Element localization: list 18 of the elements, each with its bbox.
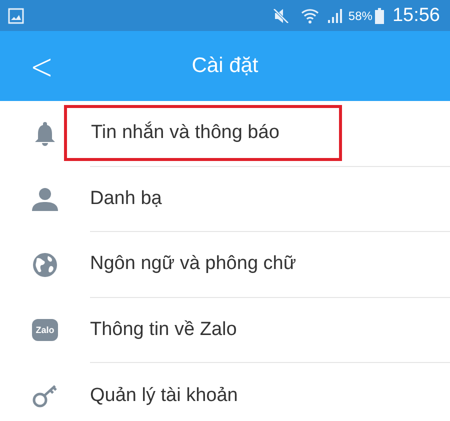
person-icon — [32, 187, 58, 212]
key-icon — [32, 384, 58, 408]
battery-icon — [375, 8, 384, 24]
clock-time: 15:56 — [392, 4, 440, 26]
settings-item[interactable]: Tin nhắn và thông báo — [64, 105, 342, 162]
settings-item[interactable]: Danh bạ — [90, 188, 162, 210]
settings-item[interactable]: Quản lý tài khoản — [90, 384, 238, 407]
mute-icon — [273, 8, 290, 22]
screen-title: Cài đặt — [192, 54, 258, 78]
picture-icon — [8, 8, 24, 24]
globe-icon — [32, 252, 58, 278]
wifi-icon — [301, 8, 320, 24]
battery-percent: 58% — [348, 8, 372, 22]
bell-icon — [34, 120, 56, 147]
settings-item[interactable]: Ngôn ngữ và phông chữ — [90, 253, 296, 276]
chat-logo-icon: Zalo — [32, 319, 58, 342]
signal-icon — [327, 8, 344, 24]
settings-item[interactable]: Thông tin về Zalo — [90, 318, 237, 341]
